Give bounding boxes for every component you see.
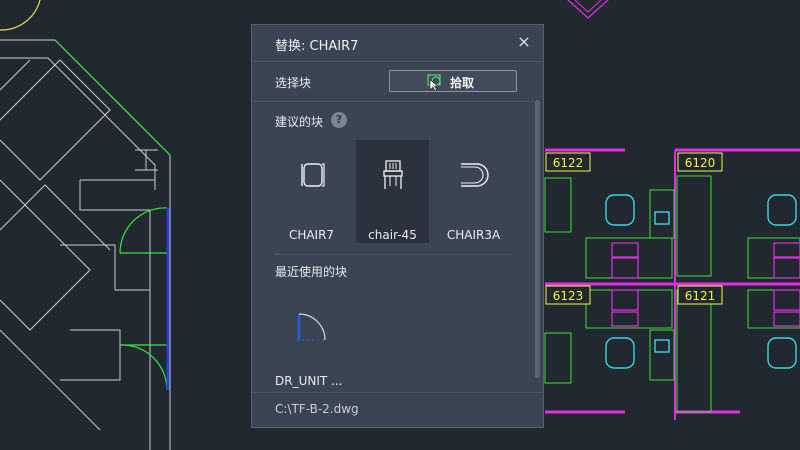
scrollbar-thumb[interactable] <box>535 100 540 378</box>
suggested-blocks-label: 建议的块 <box>275 115 324 129</box>
block-name: CHAIR3A <box>446 228 501 242</box>
pick-button[interactable]: 拾取 <box>389 70 517 92</box>
suggested-block-chair-45[interactable]: chair-45 <box>356 140 429 243</box>
section-divider <box>252 101 537 102</box>
room-label-6122: 6122 <box>553 156 584 170</box>
select-block-label: 选择块 <box>275 76 312 90</box>
chair7-block-icon <box>301 163 325 187</box>
pick-cursor-icon <box>427 74 441 91</box>
door-swing-top <box>0 0 41 31</box>
suggested-block-chair7[interactable]: CHAIR7 <box>275 140 348 243</box>
room-label-6123: 6123 <box>553 289 584 303</box>
room-label-6121: 6121 <box>685 289 716 303</box>
dialog-title: 替换: CHAIR7 <box>275 39 359 54</box>
chair-45-block-icon <box>383 160 403 189</box>
recent-block-dr-unit[interactable]: DR_UNIT ... <box>275 300 348 392</box>
recent-block-name: DR_UNIT ... <box>275 374 343 388</box>
file-path: C:\TF-B-2.dwg <box>275 402 359 416</box>
room-label-6120: 6120 <box>685 156 716 170</box>
dialog-titlebar[interactable]: 替换: CHAIR7 × <box>252 25 543 61</box>
section-divider <box>275 254 512 255</box>
block-name: CHAIR7 <box>288 228 335 242</box>
door-swings <box>54 39 171 391</box>
chair3a-block-icon <box>461 163 489 187</box>
recent-blocks-label: 最近使用的块 <box>275 265 348 279</box>
suggested-block-chair3a[interactable]: CHAIR3A <box>437 140 510 243</box>
diamond-outline <box>567 0 609 19</box>
help-icon[interactable]: ? <box>331 112 347 128</box>
close-icon[interactable]: × <box>515 33 533 51</box>
floor-plan-walls <box>0 39 171 450</box>
door-unit-block-icon <box>297 313 326 341</box>
replace-block-dialog: 替换: CHAIR7 × 选择块 拾取 建议的块 ? CHAIR7 chair-… <box>251 24 544 428</box>
cubicle-layout <box>544 148 800 420</box>
footer-divider <box>252 392 543 393</box>
block-name: chair-45 <box>368 228 417 242</box>
pick-button-label: 拾取 <box>450 76 475 90</box>
title-divider <box>252 61 543 62</box>
